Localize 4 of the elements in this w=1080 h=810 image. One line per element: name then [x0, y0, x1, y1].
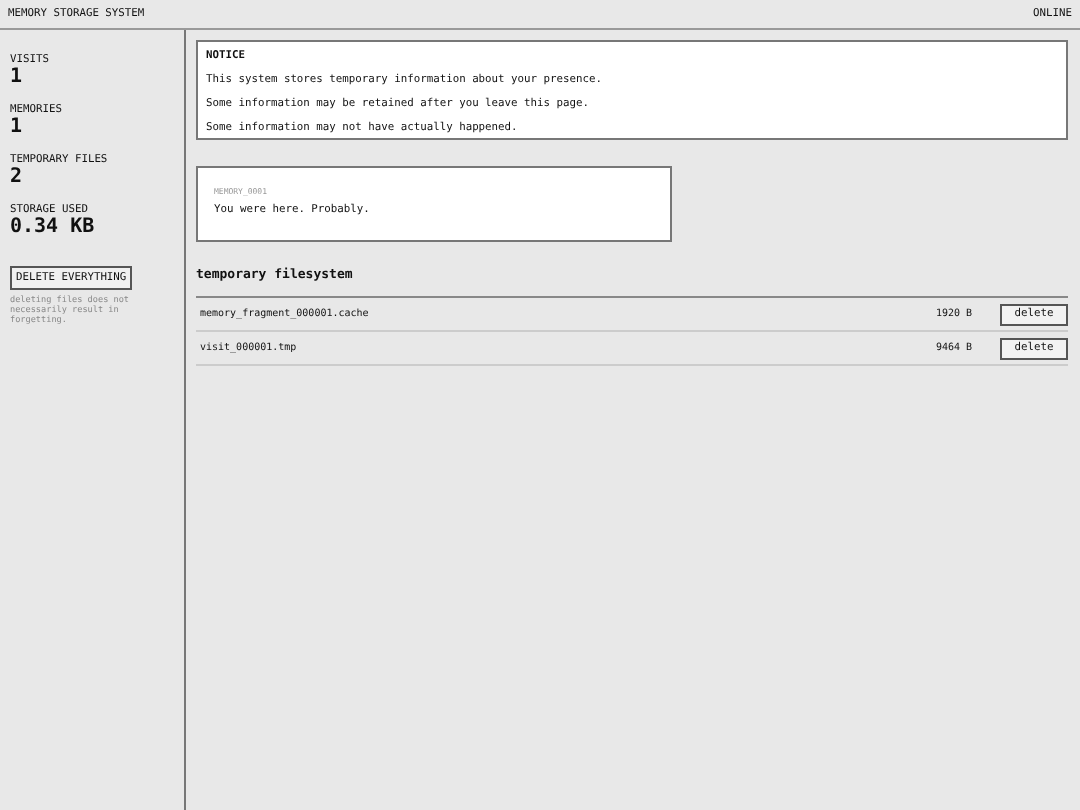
stat-value: 1	[10, 66, 25, 88]
stat-value: 1	[10, 116, 25, 138]
stat-value: 2	[10, 166, 25, 188]
stat-value: 0.34 KB	[10, 216, 97, 238]
